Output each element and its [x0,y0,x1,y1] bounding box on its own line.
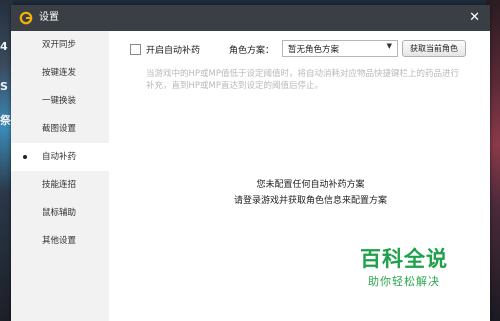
role-scheme-select[interactable]: 暂无角色方案 ▼ [282,40,398,57]
role-scheme-label: 角色方案： [229,46,275,56]
active-dot-icon [23,155,27,159]
watermark-subtitle: 助你轻松解决 [368,275,440,288]
sidebar-item-label: 一键换装 [42,96,77,106]
sidebar-item-label: 自动补药 [42,152,77,162]
sidebar-item-label: 截图设置 [42,124,77,134]
sidebar-item-mouse-assist[interactable]: 鼠标辅助 [11,199,109,227]
sidebar-item-label: 双开同步 [42,40,77,50]
sidebar-item-other[interactable]: 其他设置 [11,227,109,255]
sidebar-item-skill-combo[interactable]: 技能连招 [11,171,109,199]
sidebar-item-label: 按键连发 [42,68,77,78]
description-text: 当游戏中的HP或MP值低于设定阈值时，将自动消耗对应物品快捷键栏上的药品进行补充… [146,69,459,91]
auto-potion-label[interactable]: 开启自动补药 [146,43,200,56]
app-logo-icon [19,11,33,25]
sidebar-item-dual-sync[interactable]: 双开同步 [11,31,109,59]
sidebar-item-label: 鼠标辅助 [42,208,77,218]
sidebar-item-auto-potion[interactable]: 自动补药 [11,143,109,171]
sidebar-item-screenshot[interactable]: 截图设置 [11,115,109,143]
role-scheme-value: 暂无角色方案 [288,45,340,55]
close-icon[interactable]: ✕ [469,10,480,26]
watermark-logo: 百科全说 助你轻松解决 [351,239,457,295]
sidebar-item-quick-equip[interactable]: 一键换装 [11,87,109,115]
sidebar-item-label: 技能连招 [42,180,77,190]
window-title: 设置 [39,12,59,23]
dropdown-arrow-icon: ▼ [386,42,392,50]
sidebar-item-key-repeat[interactable]: 按键连发 [11,59,109,87]
empty-state-line: 请登录游戏并获取角色信息来配置方案 [233,196,387,206]
fetch-current-role-button[interactable]: 获取当前角色 [402,40,466,57]
auto-potion-checkbox[interactable] [130,44,141,55]
sidebar: 双开同步 按键连发 一键换装 截图设置 自动补药 技能连招 鼠标辅助 其他设置 [11,31,109,321]
watermark-title: 百科全说 [360,247,448,271]
empty-state: 您未配置任何自动补药方案 请登录游戏并获取角色信息来配置方案 [109,177,490,209]
sidebar-item-label: 其他设置 [42,236,77,246]
empty-state-line: 您未配置任何自动补药方案 [256,180,365,190]
titlebar[interactable]: 设置 ✕ [11,5,490,31]
